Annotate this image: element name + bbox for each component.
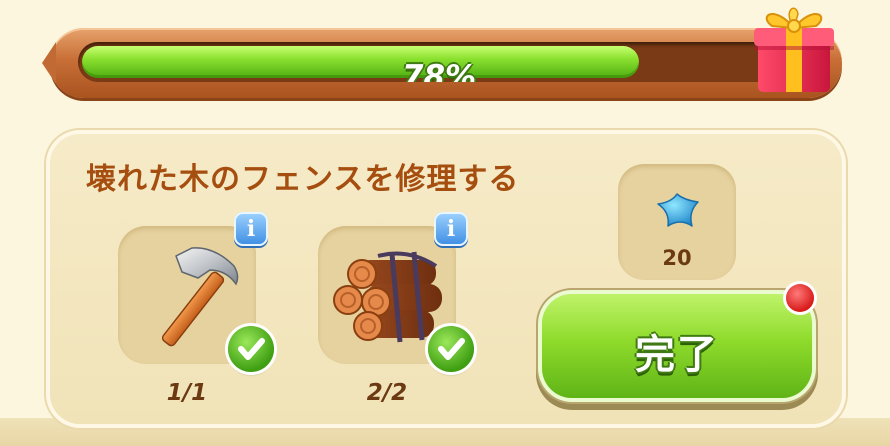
info-icon: i bbox=[446, 216, 456, 242]
progress-track: 78% bbox=[78, 42, 800, 82]
checkmark-icon bbox=[228, 326, 274, 372]
reward-amount: 20 bbox=[662, 246, 692, 270]
info-button-logs[interactable]: i bbox=[434, 212, 468, 246]
item-count-logs: 2/2 bbox=[366, 380, 408, 406]
blue-star-icon bbox=[657, 193, 699, 227]
progress-percent-label: 78% bbox=[401, 59, 477, 82]
info-button-hammer[interactable]: i bbox=[234, 212, 268, 246]
reward-box: 20 bbox=[618, 164, 736, 280]
task-panel: 壊れた木のフェンスを修理する i 1/1 i 2/2 20 完了 bbox=[50, 134, 842, 424]
complete-button-label: 完了 bbox=[635, 332, 719, 378]
complete-button[interactable]: 完了 bbox=[542, 294, 812, 398]
info-icon: i bbox=[246, 216, 256, 242]
progress-bar: 78% bbox=[42, 28, 842, 98]
notification-dot bbox=[786, 284, 814, 312]
checkmark-icon bbox=[428, 326, 474, 372]
task-title: 壊れた木のフェンスを修理する bbox=[86, 162, 520, 197]
item-count-hammer: 1/1 bbox=[166, 380, 208, 406]
gift-box-icon[interactable] bbox=[752, 0, 836, 98]
